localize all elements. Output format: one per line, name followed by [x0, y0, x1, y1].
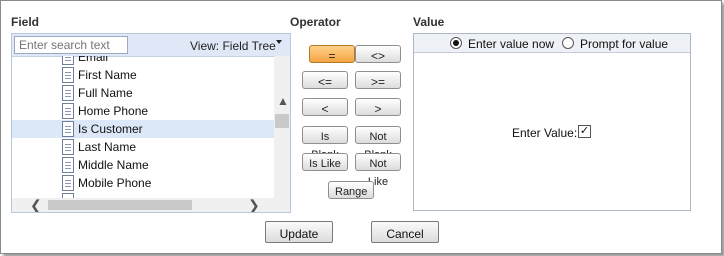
enter-value-now-label[interactable]: Enter value now	[468, 37, 554, 51]
field-document-icon	[62, 139, 74, 155]
enter-value-label: Enter Value:	[512, 126, 578, 140]
cancel-button[interactable]: Cancel	[371, 221, 439, 243]
field-search-input[interactable]	[14, 36, 128, 54]
field-section-title: Field	[11, 15, 40, 29]
operator-not-equals-button[interactable]: <>	[355, 45, 401, 63]
operator-range-button[interactable]: Range	[328, 181, 374, 199]
prompt-for-value-label[interactable]: Prompt for value	[580, 37, 668, 51]
operator-is-like-button[interactable]: Is Like	[302, 153, 348, 171]
operator-greater-than-button[interactable]: >	[355, 98, 401, 116]
field-list-item[interactable]: Last Name	[12, 138, 274, 156]
operator-equals-button[interactable]: =	[309, 45, 355, 63]
field-item-label: Email	[78, 56, 109, 64]
field-list-item-selected[interactable]: Is Customer	[12, 120, 274, 138]
operator-section-title: Operator	[290, 15, 341, 29]
field-document-icon	[62, 157, 74, 173]
field-item-label: Last Name	[78, 140, 137, 154]
value-mode-header: Enter value now Prompt for value	[414, 34, 690, 53]
field-vertical-scrollbar[interactable]: ▲ ▼	[274, 56, 290, 208]
field-item-label: Mobile Phone	[78, 176, 152, 190]
field-item-label: Full Name	[78, 86, 133, 100]
operator-is-blank-button[interactable]: Is Blank	[302, 126, 348, 161]
operator-not-blank-button[interactable]: Not Blank	[355, 126, 401, 161]
field-list-item[interactable]: Mobile Phone	[12, 174, 274, 192]
field-horizontal-scrollbar[interactable]: ❮ ❯	[12, 197, 290, 212]
value-section-title: Value	[413, 15, 445, 29]
update-button[interactable]: Update	[265, 221, 333, 243]
operator-less-than-button[interactable]: <	[302, 98, 348, 116]
vertical-scroll-thumb[interactable]	[275, 114, 289, 128]
field-item-label: Middle Name	[78, 158, 149, 172]
field-item-label: First Name	[78, 68, 137, 82]
scroll-left-icon[interactable]: ❮	[30, 197, 42, 212]
field-item-label: Is Customer	[78, 122, 143, 136]
prompt-for-value-radio[interactable]	[562, 37, 574, 49]
field-list-item[interactable]: Full Name	[12, 84, 274, 102]
field-document-icon	[62, 85, 74, 101]
field-document-icon	[62, 175, 74, 191]
field-document-icon	[62, 56, 74, 65]
operator-less-or-equal-button[interactable]: <=	[302, 71, 348, 89]
view-selector[interactable]: View: Field Tree	[190, 39, 276, 53]
operator-greater-or-equal-button[interactable]: >=	[355, 71, 401, 89]
condition-dialog: Field Operator Value View: Field Tree Em…	[0, 0, 722, 254]
field-panel-header: View: Field Tree	[12, 34, 290, 57]
value-panel: Enter value now Prompt for value Enter V…	[413, 33, 691, 211]
field-list-item[interactable]: Home Phone	[12, 102, 274, 120]
operator-not-like-button[interactable]: Not Like	[355, 153, 401, 188]
field-item-label: Home Phone	[78, 104, 149, 118]
enter-value-now-radio[interactable]	[450, 37, 462, 49]
field-list-item[interactable]: First Name	[12, 66, 274, 84]
field-panel: View: Field Tree Email First Name Full N…	[11, 33, 291, 213]
field-document-icon	[62, 67, 74, 83]
scroll-up-icon[interactable]: ▲	[277, 94, 289, 108]
field-list-item[interactable]: Middle Name	[12, 156, 274, 174]
horizontal-scroll-thumb[interactable]	[48, 200, 192, 210]
field-list-item[interactable]: Email	[12, 56, 274, 66]
field-list: Email First Name Full Name Home Phone Is…	[12, 56, 274, 198]
scroll-right-icon[interactable]: ❯	[248, 197, 260, 212]
field-document-icon	[62, 121, 74, 137]
enter-value-checkbox[interactable]: ✓	[578, 125, 591, 138]
field-document-icon	[62, 103, 74, 119]
view-dropdown-icon[interactable]	[276, 40, 282, 44]
